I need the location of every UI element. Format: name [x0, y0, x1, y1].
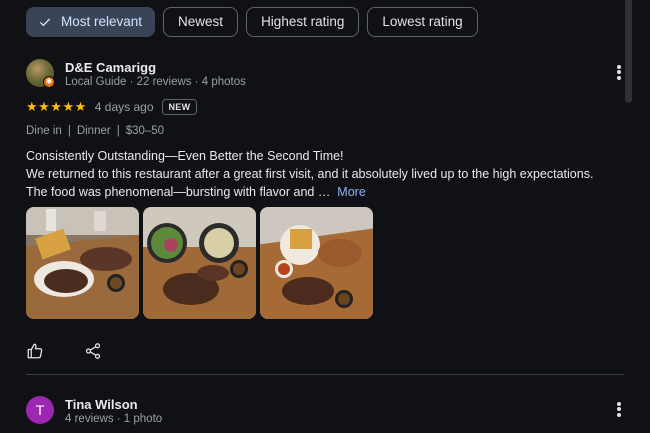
review-photo[interactable]: [143, 207, 256, 319]
review-card: ✱ D&E Camarigg Local Guide · 22 reviews …: [26, 59, 624, 359]
review-text-line: We returned to this restaurant after a g…: [26, 167, 594, 181]
local-guide-badge-icon: ✱: [43, 76, 55, 88]
sort-chip-label: Highest rating: [261, 14, 345, 29]
sort-chip-lowest-rating[interactable]: Lowest rating: [367, 7, 478, 37]
more-link[interactable]: More: [337, 185, 365, 199]
like-button[interactable]: [26, 342, 44, 365]
review-time: 4 days ago: [94, 100, 154, 114]
scrollbar-thumb[interactable]: [625, 0, 632, 103]
check-icon: [39, 18, 51, 27]
avatar[interactable]: T: [26, 396, 54, 424]
sort-chip-label: Newest: [178, 14, 224, 29]
rating-stars: ★★★★★: [26, 99, 87, 114]
reviewer-name[interactable]: Tina Wilson: [65, 397, 138, 412]
reviewer-name[interactable]: D&E Camarigg: [65, 60, 156, 75]
rating-row: ★★★★★ 4 days ago NEW: [26, 99, 198, 115]
review-tags: Dine in | Dinner | $30–50: [26, 125, 165, 137]
review-photo[interactable]: [26, 207, 139, 319]
review-actions: [26, 342, 102, 365]
sort-chip-highest-rating[interactable]: Highest rating: [246, 7, 360, 37]
review-photo[interactable]: [260, 207, 373, 319]
sort-chip-most-relevant[interactable]: Most relevant: [26, 7, 156, 37]
review-text: Consistently Outstanding—Even Better the…: [26, 147, 624, 201]
sort-chip-label: Most relevant: [61, 14, 143, 29]
share-button[interactable]: [84, 342, 102, 365]
reviewer-meta: Local Guide · 22 reviews · 4 photos: [65, 76, 246, 88]
sort-chip-label: Lowest rating: [382, 14, 463, 29]
review-divider: [26, 374, 624, 375]
more-vert-icon[interactable]: [612, 63, 626, 83]
sort-chip-newest[interactable]: Newest: [163, 7, 239, 37]
more-vert-icon[interactable]: [612, 400, 626, 420]
thumb-up-icon: [27, 343, 43, 359]
tag-meal: Dinner: [76, 125, 111, 137]
review-photos: [26, 207, 373, 319]
review-text-line: The food was phenomenal—bursting with fl…: [26, 185, 331, 199]
tag-price: $30–50: [125, 125, 165, 137]
review-sort-chips: Most relevant Newest Highest rating Lowe…: [26, 7, 478, 37]
tag-dine-in: Dine in: [26, 125, 62, 137]
reviewer-meta: 4 reviews · 1 photo: [65, 413, 163, 425]
review-text-line: Consistently Outstanding—Even Better the…: [26, 149, 344, 163]
new-badge: NEW: [161, 99, 198, 115]
review-card: T Tina Wilson 4 reviews · 1 photo: [26, 396, 624, 433]
share-icon: [85, 343, 101, 359]
